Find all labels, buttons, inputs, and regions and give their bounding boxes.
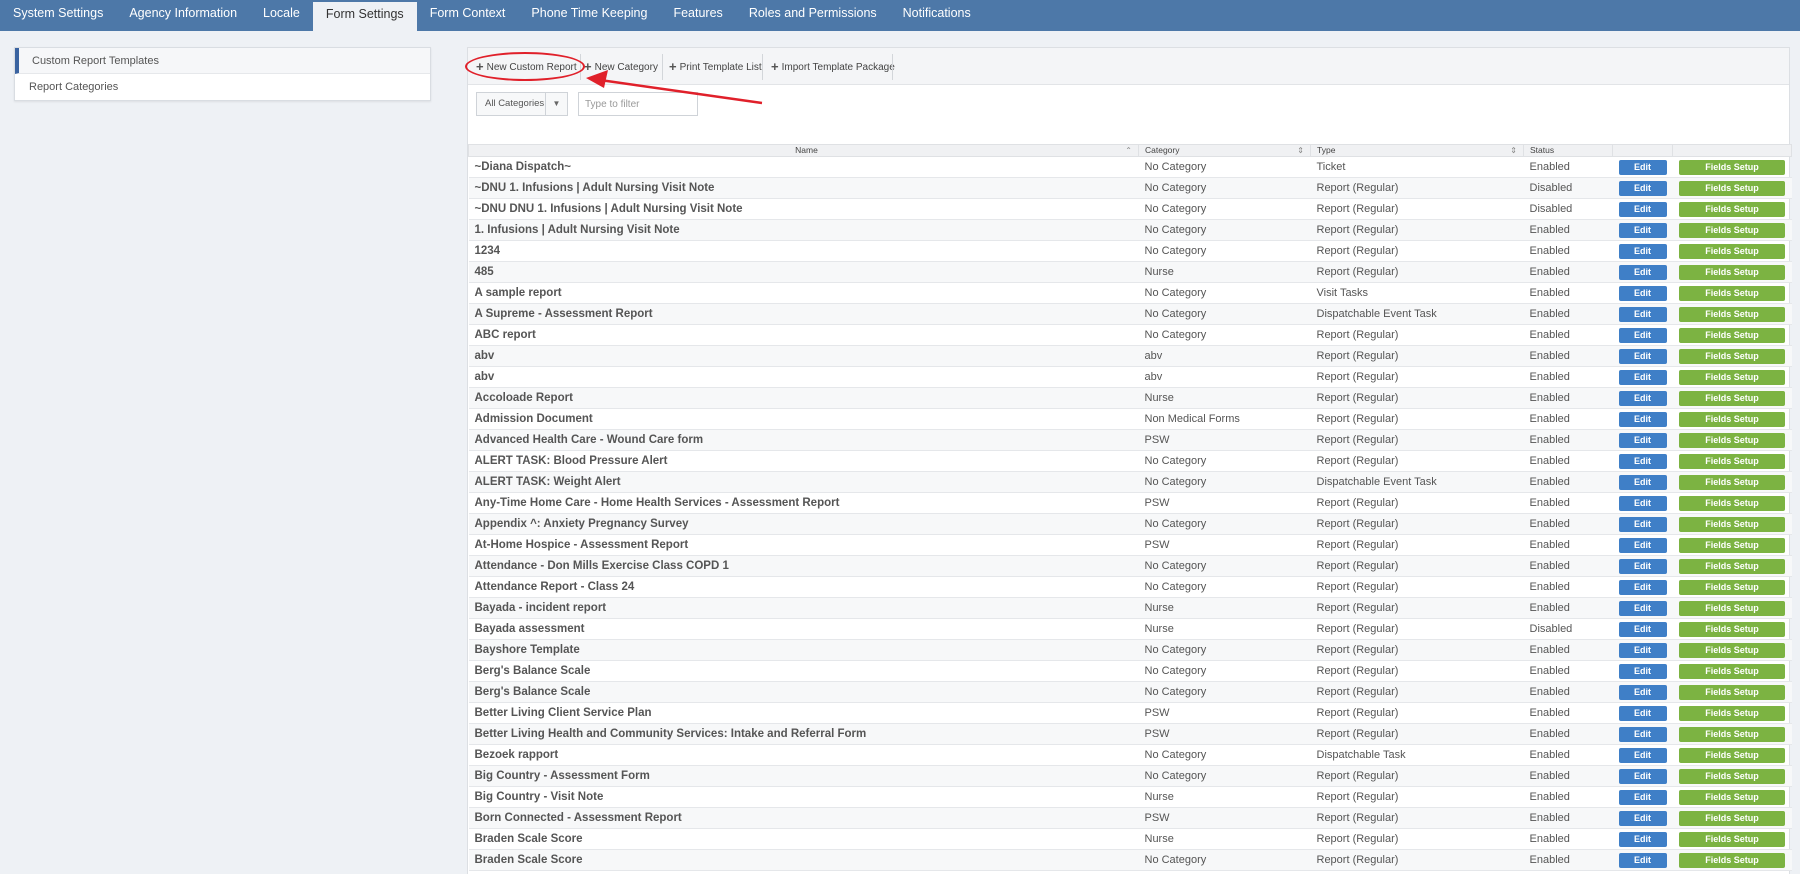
annotation-arrow xyxy=(586,70,763,105)
